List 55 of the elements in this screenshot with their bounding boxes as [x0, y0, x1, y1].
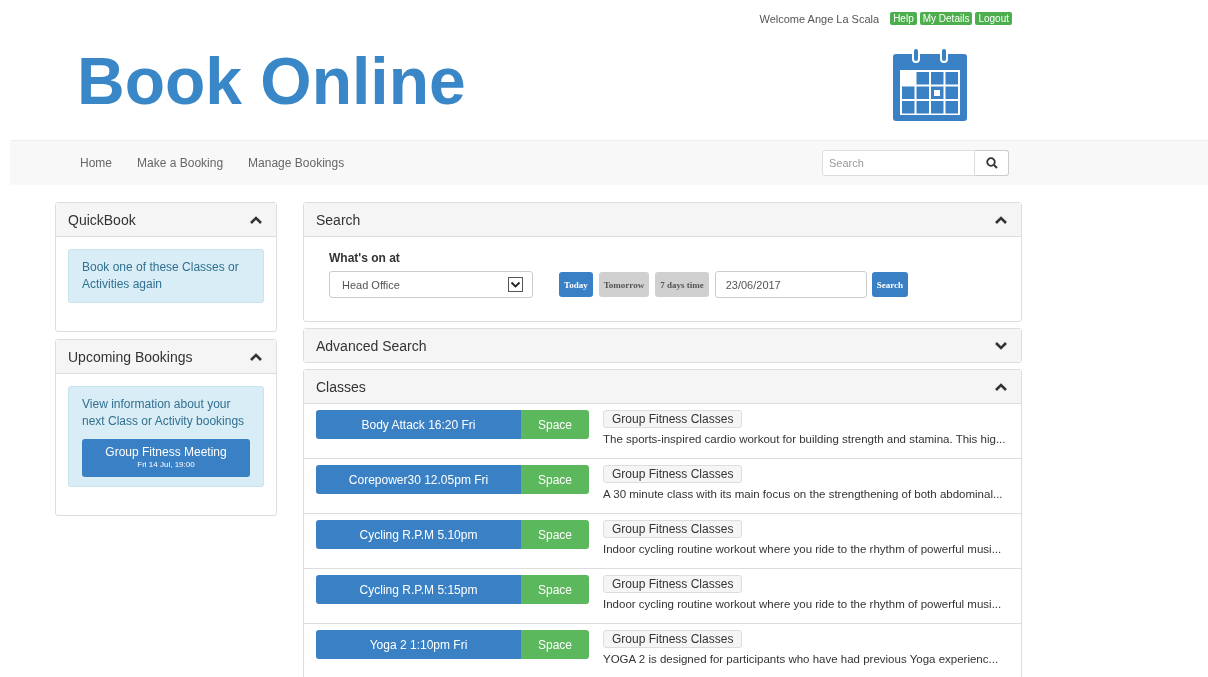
availability-button[interactable]: Space [521, 410, 589, 439]
day-button[interactable]: Tomorrow [598, 272, 650, 297]
availability-button[interactable]: Space [521, 465, 589, 494]
class-button[interactable]: Body Attack 16:20 Fri [316, 410, 521, 439]
panel-title: Search [316, 211, 361, 228]
class-button[interactable]: Cycling R.P.M 5.10pm [316, 520, 521, 549]
header-link[interactable]: My Details [919, 12, 973, 25]
search-icon [985, 157, 998, 169]
chevron-up-icon[interactable] [995, 215, 1007, 224]
info-text: Book one of these Classes or Activities again [82, 259, 240, 293]
class-description: Indoor cycling routine workout where you ride to the rhythm of powerful musi... [603, 543, 1002, 555]
calendar-icon [893, 48, 967, 121]
class-button[interactable]: Corepower30 12.05pm Fri [316, 465, 521, 494]
nav-link[interactable]: Manage Bookings [248, 156, 345, 170]
search-button[interactable] [975, 150, 1009, 176]
availability-button[interactable]: Space [521, 520, 589, 549]
header-link[interactable]: Logout [975, 12, 1012, 25]
location-select[interactable]: Head Office [329, 271, 533, 298]
chevron-up-icon[interactable] [250, 352, 262, 361]
info-text: View information about your next Class or Activity bookings [82, 396, 246, 430]
chevron-up-icon[interactable] [250, 215, 262, 224]
day-button[interactable]: 7 days time [655, 272, 709, 297]
class-description: YOGA 2 is designed for participants who have had previous Yoga experienc... [603, 653, 999, 665]
chevron-down-icon[interactable] [995, 341, 1007, 350]
class-description: Indoor cycling routine workout where you ride to the rhythm of powerful musi... [603, 598, 1002, 610]
category-tag: Group Fitness Classes [603, 520, 743, 538]
day-button[interactable]: Today [559, 272, 593, 297]
category-tag: Group Fitness Classes [603, 630, 743, 648]
booking-time: Fri 14 Jul, 19:00 [137, 460, 195, 470]
nav-link[interactable]: Make a Booking [137, 156, 224, 170]
category-tag: Group Fitness Classes [603, 410, 743, 428]
dropdown-icon [508, 277, 523, 292]
field-label: What's on at [329, 251, 401, 265]
class-description: A 30 minute class with its main focus on the strengthening of both abdominal... [603, 488, 1003, 500]
nav-link[interactable]: Home [80, 156, 112, 170]
search-field[interactable]: Search [822, 150, 975, 176]
welcome-text: Welcome Ange La Scala [759, 12, 880, 25]
availability-button[interactable]: Space [521, 630, 589, 659]
header-link[interactable]: Help [890, 12, 917, 25]
panel-title: QuickBook [68, 211, 136, 228]
search-button[interactable]: Search [871, 272, 909, 297]
category-tag: Group Fitness Classes [603, 575, 743, 593]
chevron-up-icon[interactable] [995, 382, 1007, 391]
class-button[interactable]: Cycling R.P.M 5:15pm [316, 575, 521, 604]
page-title: Book Online [77, 48, 466, 114]
booking-name: Group Fitness Meeting [105, 445, 227, 460]
panel-title: Classes [316, 378, 366, 395]
class-button[interactable]: Yoga 2 1:10pm Fri [316, 630, 521, 659]
class-description: The sports-inspired cardio workout for building strength and stamina. This hig... [603, 433, 1006, 445]
category-tag: Group Fitness Classes [603, 465, 743, 483]
panel-title: Upcoming Bookings [68, 348, 193, 365]
booking-button[interactable]: Group Fitness Meeting Fri 14 Jul, 19:00 [82, 439, 250, 477]
panel-title: Advanced Search [316, 337, 427, 354]
availability-button[interactable]: Space [521, 575, 589, 604]
date-field[interactable]: 23/06/2017 [714, 271, 867, 298]
